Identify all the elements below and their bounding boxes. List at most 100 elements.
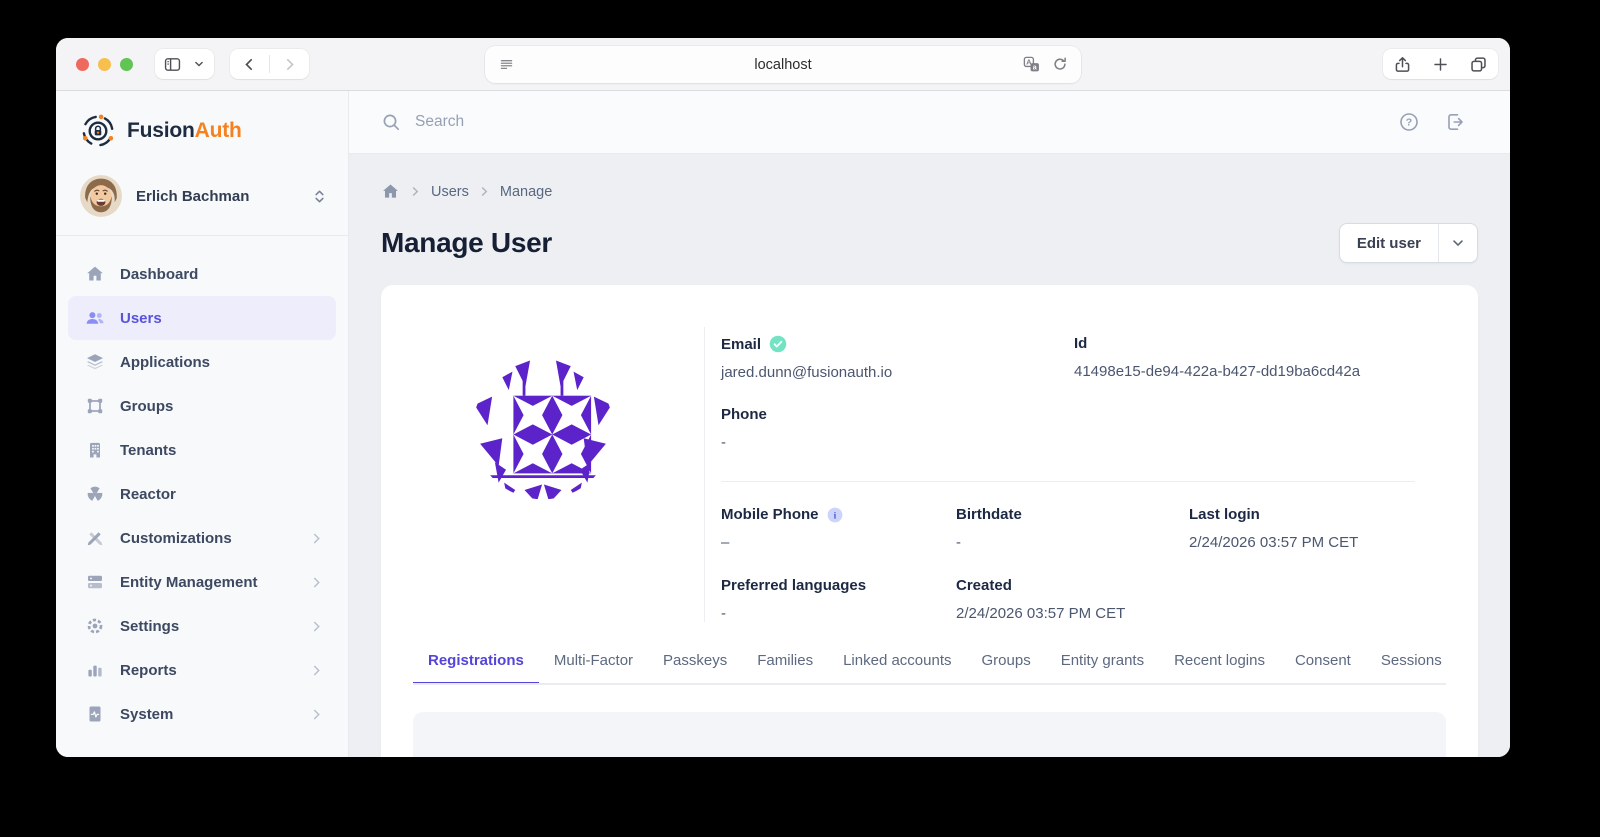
created-label: Created bbox=[956, 577, 1012, 594]
sidebar-item-label: Reactor bbox=[120, 486, 176, 503]
users-icon bbox=[85, 308, 105, 328]
share-button[interactable] bbox=[1383, 49, 1422, 79]
sidebar-item-settings[interactable]: Settings bbox=[68, 604, 336, 648]
breadcrumb-users[interactable]: Users bbox=[431, 184, 469, 200]
edit-user-split-button: Edit user bbox=[1339, 223, 1478, 263]
tab-registrations[interactable]: Registrations bbox=[413, 652, 539, 685]
mobile-phone-value: – bbox=[721, 534, 956, 551]
logout-button[interactable] bbox=[1444, 111, 1466, 133]
birthdate-label: Birthdate bbox=[956, 506, 1022, 523]
sidebar-item-label: Customizations bbox=[120, 530, 232, 547]
main-area: ? Users Manage bbox=[349, 91, 1510, 757]
user-fields: Email jared.dunn@fusionauth.io bbox=[704, 327, 1478, 622]
search-input[interactable] bbox=[413, 112, 717, 132]
sidebar-item-reactor[interactable]: Reactor bbox=[68, 472, 336, 516]
breadcrumb-manage: Manage bbox=[500, 184, 552, 200]
tab-sessions[interactable]: Sessions bbox=[1366, 652, 1446, 685]
home-icon bbox=[85, 264, 105, 284]
sidebar-item-users[interactable]: Users bbox=[68, 296, 336, 340]
info-icon[interactable]: i bbox=[827, 507, 843, 523]
tab-families[interactable]: Families bbox=[742, 652, 828, 685]
traffic-lights bbox=[76, 58, 133, 71]
sidebar-item-reports[interactable]: Reports bbox=[68, 648, 336, 692]
sidebar-item-customizations[interactable]: Customizations bbox=[68, 516, 336, 560]
tab-linked-accounts[interactable]: Linked accounts bbox=[828, 652, 966, 685]
tab-multi-factor[interactable]: Multi-Factor bbox=[539, 652, 648, 685]
sidebar-item-label: Tenants bbox=[120, 442, 176, 459]
fusionauth-logo[interactable]: FusionAuth bbox=[80, 113, 348, 149]
tabs-overview-icon bbox=[1469, 55, 1488, 74]
tab-overview-button[interactable] bbox=[1459, 49, 1498, 79]
tab-consent[interactable]: Consent bbox=[1280, 652, 1366, 685]
history-nav-group bbox=[230, 49, 309, 79]
email-label: Email bbox=[721, 336, 761, 353]
page-content: Users Manage Manage User Edit user bbox=[349, 154, 1510, 757]
avatar bbox=[80, 175, 122, 217]
sidebar-item-label: Applications bbox=[120, 354, 210, 371]
breadcrumb-chevron-icon bbox=[409, 185, 422, 198]
tab-passkeys[interactable]: Passkeys bbox=[648, 652, 742, 685]
breadcrumb-chevron-icon bbox=[478, 185, 491, 198]
gear-icon bbox=[85, 616, 105, 636]
close-window-button[interactable] bbox=[76, 58, 89, 71]
layers-icon bbox=[85, 352, 105, 372]
minimize-window-button[interactable] bbox=[98, 58, 111, 71]
fields-divider bbox=[721, 481, 1415, 482]
created-value: 2/24/2026 03:57 PM CET bbox=[956, 605, 1189, 622]
sidebar: FusionAuth bbox=[56, 91, 349, 757]
sidebar-item-entity-management[interactable]: Entity Management bbox=[68, 560, 336, 604]
sidebar-nav: Dashboard Users Applications Groups Tena… bbox=[56, 236, 348, 736]
preferred-languages-label: Preferred languages bbox=[721, 577, 866, 594]
translate-icon[interactable]: Aa bbox=[1022, 55, 1041, 74]
chevron-right-icon bbox=[309, 619, 324, 634]
sidebar-item-dashboard[interactable]: Dashboard bbox=[68, 252, 336, 296]
sidebar-item-applications[interactable]: Applications bbox=[68, 340, 336, 384]
sidebar-options-button[interactable] bbox=[190, 49, 214, 79]
chevron-left-icon bbox=[241, 56, 258, 73]
back-button[interactable] bbox=[230, 49, 269, 79]
verified-check-icon bbox=[769, 335, 787, 353]
phone-value: - bbox=[721, 434, 1074, 451]
sidebar-item-label: Entity Management bbox=[120, 574, 258, 591]
address-bar[interactable]: localhost Aa bbox=[485, 46, 1081, 83]
tab-recent-logins[interactable]: Recent logins bbox=[1159, 652, 1280, 685]
browser-sidebar-toggle-button[interactable] bbox=[155, 49, 190, 79]
tab-entity-grants[interactable]: Entity grants bbox=[1046, 652, 1159, 685]
sidebar-item-label: System bbox=[120, 706, 173, 723]
sidebar-item-label: Users bbox=[120, 310, 162, 327]
tab-groups[interactable]: Groups bbox=[967, 652, 1046, 685]
forward-button[interactable] bbox=[270, 49, 309, 79]
id-label: Id bbox=[1074, 335, 1087, 352]
reload-icon[interactable] bbox=[1051, 55, 1069, 74]
sidebar-item-system[interactable]: System bbox=[68, 692, 336, 736]
svg-text:i: i bbox=[833, 511, 836, 521]
chevron-right-icon bbox=[309, 575, 324, 590]
account-switcher[interactable]: Erlich Bachman bbox=[80, 175, 328, 217]
share-icon bbox=[1393, 55, 1412, 74]
svg-text:?: ? bbox=[1406, 117, 1412, 129]
edit-user-button[interactable]: Edit user bbox=[1340, 224, 1438, 262]
edit-user-dropdown-button[interactable] bbox=[1438, 224, 1477, 262]
new-tab-button[interactable] bbox=[1422, 49, 1459, 79]
breadcrumb: Users Manage bbox=[381, 182, 1478, 201]
radiation-icon bbox=[85, 484, 105, 504]
sidebar-panel-icon bbox=[163, 55, 182, 74]
phone-label: Phone bbox=[721, 406, 767, 423]
app-shell: FusionAuth bbox=[56, 91, 1510, 757]
bar-chart-icon bbox=[85, 660, 105, 680]
sidebar-item-label: Reports bbox=[120, 662, 177, 679]
system-doc-icon bbox=[85, 704, 105, 724]
zoom-window-button[interactable] bbox=[120, 58, 133, 71]
pencil-brush-icon bbox=[85, 528, 105, 548]
preferred-languages-value: - bbox=[721, 605, 956, 622]
toolbar-right-group bbox=[1383, 49, 1498, 79]
sidebar-item-groups[interactable]: Groups bbox=[68, 384, 336, 428]
tab-panel-placeholder bbox=[413, 712, 1446, 757]
breadcrumb-home-icon[interactable] bbox=[381, 182, 400, 201]
sidebar-item-tenants[interactable]: Tenants bbox=[68, 428, 336, 472]
help-button[interactable]: ? bbox=[1398, 111, 1420, 133]
server-icon bbox=[85, 572, 105, 592]
last-login-value: 2/24/2026 03:57 PM CET bbox=[1189, 534, 1415, 551]
global-search[interactable] bbox=[381, 112, 1398, 132]
chevron-right-icon bbox=[309, 707, 324, 722]
